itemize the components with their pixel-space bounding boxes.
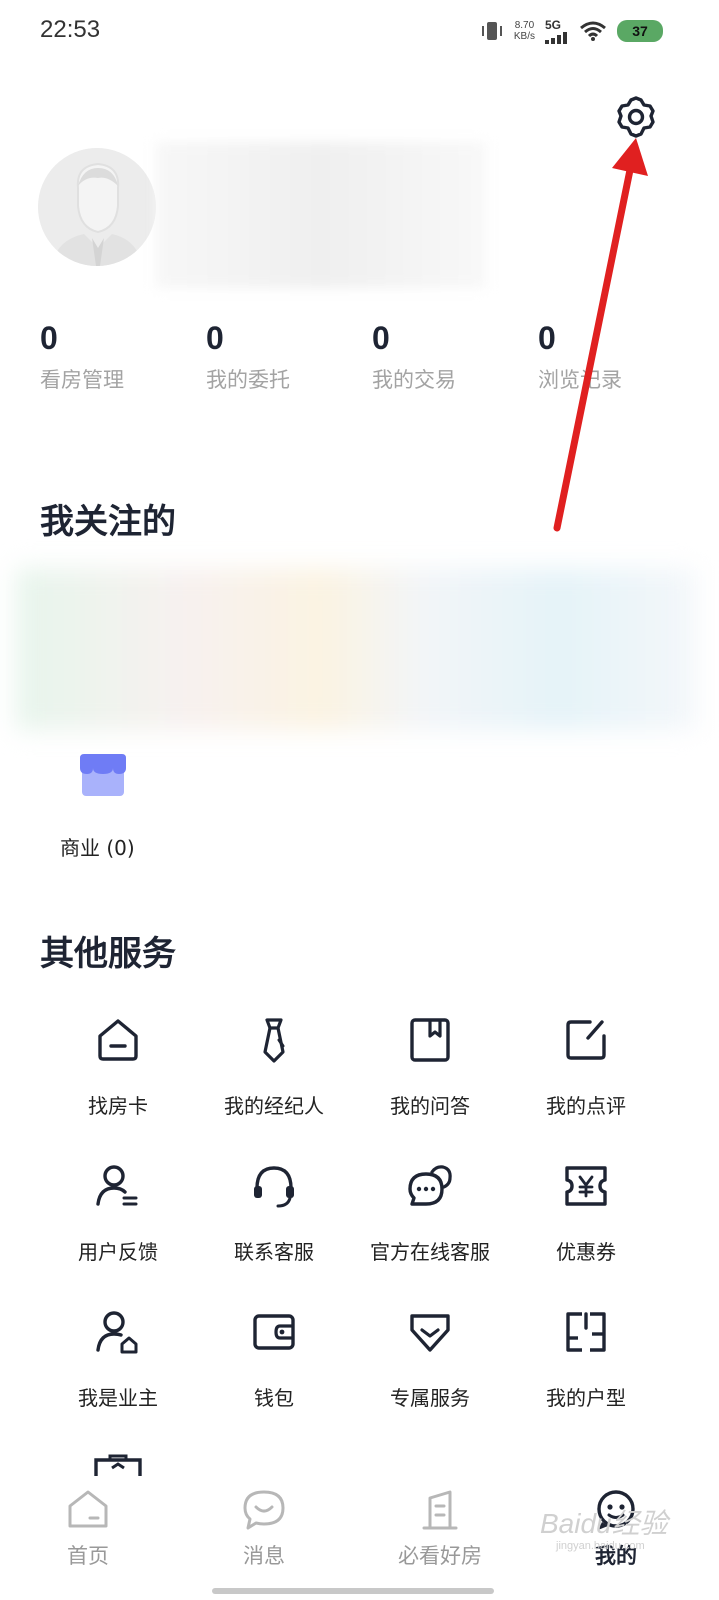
service-label: 找房卡 xyxy=(88,1094,148,1118)
services-section-title: 其他服务 xyxy=(40,934,176,974)
nav-messages[interactable]: 消息 xyxy=(204,1488,324,1570)
service-label: 我的户型 xyxy=(546,1386,626,1410)
service-coupons[interactable]: 优惠券 xyxy=(508,1162,664,1265)
vibrate-icon xyxy=(481,22,502,40)
chat-bubbles-icon xyxy=(408,1165,452,1206)
owner-icon xyxy=(96,1311,138,1354)
stat-label: 我的交易 xyxy=(372,368,456,392)
stat-label: 我的委托 xyxy=(206,368,290,392)
floorplan-icon xyxy=(566,1312,606,1352)
service-label: 我的经纪人 xyxy=(224,1094,324,1118)
stat-my-entrustment[interactable]: 0 我的委托 xyxy=(206,318,346,394)
default-avatar-icon xyxy=(38,148,156,266)
bookmark-book-icon xyxy=(410,1018,450,1062)
service-label: 我的点评 xyxy=(546,1094,626,1118)
stat-my-transactions[interactable]: 0 我的交易 xyxy=(372,318,512,394)
service-label: 我是业主 xyxy=(78,1386,158,1410)
home-indicator[interactable] xyxy=(212,1588,494,1594)
stat-value: 0 xyxy=(372,320,390,356)
service-official-online-support[interactable]: 官方在线客服 xyxy=(352,1162,508,1265)
signal-bars-icon xyxy=(545,32,567,44)
cell-signal: 5G xyxy=(545,18,569,44)
stat-value: 0 xyxy=(206,320,224,356)
message-icon xyxy=(243,1490,285,1530)
service-label: 优惠券 xyxy=(556,1240,616,1264)
stat-viewing-management[interactable]: 0 看房管理 xyxy=(40,318,180,394)
house-card-icon xyxy=(98,1019,138,1061)
wifi-icon xyxy=(580,21,606,41)
watermark: Baidu经验 xyxy=(540,1508,668,1539)
service-label: 钱包 xyxy=(254,1386,294,1410)
following-categories-blurred xyxy=(16,568,696,730)
service-label: 我的问答 xyxy=(390,1094,470,1118)
service-house-card[interactable]: 找房卡 xyxy=(40,1016,196,1119)
stat-browse-history[interactable]: 0 浏览记录 xyxy=(538,318,678,394)
status-time: 22:53 xyxy=(40,16,101,43)
nav-must-see-homes[interactable]: 必看好房 xyxy=(380,1488,500,1570)
avatar[interactable] xyxy=(38,148,156,266)
user-feedback-icon xyxy=(96,1165,138,1206)
service-contact-support[interactable]: 联系客服 xyxy=(196,1162,352,1265)
more-service-icon[interactable] xyxy=(92,1454,144,1476)
service-my-reviews[interactable]: 我的点评 xyxy=(508,1016,664,1119)
home-icon xyxy=(68,1490,108,1528)
service-my-qa[interactable]: 我的问答 xyxy=(352,1016,508,1119)
service-i-am-owner[interactable]: 我是业主 xyxy=(40,1308,196,1411)
coupon-yen-icon xyxy=(565,1166,607,1206)
nav-home[interactable]: 首页 xyxy=(28,1488,148,1570)
net-speed-unit: KB/s xyxy=(513,31,535,42)
stat-label: 看房管理 xyxy=(40,368,124,392)
building-icon xyxy=(422,1490,458,1530)
network-type: 5G xyxy=(545,18,562,32)
nav-label: 消息 xyxy=(243,1544,285,1568)
exclusive-service-icon xyxy=(410,1314,450,1352)
service-user-feedback[interactable]: 用户反馈 xyxy=(40,1162,196,1265)
service-label: 官方在线客服 xyxy=(370,1240,490,1264)
battery-indicator: 37 xyxy=(617,20,663,42)
profile-name-blurred xyxy=(156,142,486,288)
service-my-floorplan[interactable]: 我的户型 xyxy=(508,1308,664,1411)
edit-icon xyxy=(566,1020,606,1060)
nav-label: 必看好房 xyxy=(398,1544,482,1568)
status-icons: 8.70 KB/s 5G 37 xyxy=(480,18,663,44)
tie-icon xyxy=(263,1018,285,1063)
following-section-title: 我关注的 xyxy=(40,502,176,542)
commercial-following-label[interactable]: 商业 (0) xyxy=(60,832,135,861)
stat-label: 浏览记录 xyxy=(538,368,622,392)
service-label: 专属服务 xyxy=(390,1386,470,1410)
service-label: 联系客服 xyxy=(234,1240,314,1264)
net-speed: 8.70 KB/s xyxy=(514,20,535,42)
settings-gear-icon[interactable] xyxy=(612,94,660,142)
net-speed-value: 8.70 xyxy=(514,20,535,31)
stat-value: 0 xyxy=(40,320,58,356)
service-my-agent[interactable]: 我的经纪人 xyxy=(196,1016,352,1119)
service-exclusive[interactable]: 专属服务 xyxy=(352,1308,508,1411)
watermark-url: jingyan.baidu.com xyxy=(556,1540,645,1552)
nav-label: 首页 xyxy=(67,1544,109,1568)
service-label: 用户反馈 xyxy=(78,1240,158,1264)
service-wallet[interactable]: 钱包 xyxy=(196,1308,352,1411)
stat-value: 0 xyxy=(538,320,556,356)
store-icon[interactable] xyxy=(78,752,128,798)
wallet-icon xyxy=(253,1314,295,1350)
headset-icon xyxy=(254,1166,294,1208)
